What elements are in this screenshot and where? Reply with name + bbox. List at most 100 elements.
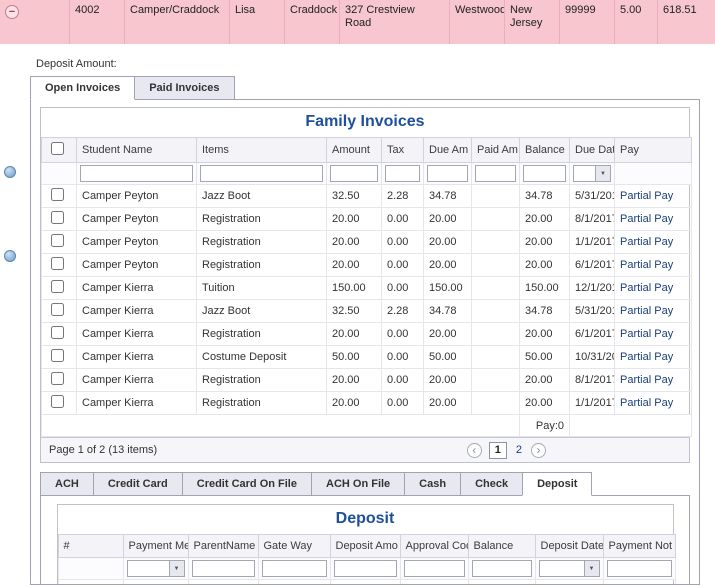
cell-pay[interactable]: Partial Pay bbox=[614, 391, 692, 415]
col-payment-method[interactable]: Payment Met bbox=[122, 534, 189, 558]
row-select-checkbox[interactable] bbox=[51, 234, 64, 247]
row-select-cell bbox=[41, 230, 77, 254]
cell-student: Camper Kierra bbox=[76, 322, 197, 346]
cell-pay[interactable]: Partial Pay bbox=[614, 368, 692, 392]
filter-tax[interactable] bbox=[385, 165, 420, 182]
filter-balance[interactable] bbox=[523, 165, 566, 182]
pager-prev-icon[interactable]: ‹ bbox=[466, 442, 482, 458]
chevron-down-icon[interactable]: ▼ bbox=[595, 166, 610, 181]
cell-pay[interactable]: Partial Pay bbox=[614, 276, 692, 300]
cell-pay[interactable]: Partial Pay bbox=[614, 299, 692, 323]
filter-amount[interactable] bbox=[330, 165, 378, 182]
tab-ach-on-file[interactable]: ACH On File bbox=[311, 472, 406, 496]
cell-pay[interactable]: Partial Pay bbox=[614, 184, 692, 208]
cell-items: Registration bbox=[196, 230, 327, 254]
row-select-checkbox[interactable] bbox=[51, 303, 64, 316]
expand-icon[interactable] bbox=[4, 250, 16, 262]
tab-paid-invoices[interactable]: Paid Invoices bbox=[134, 76, 235, 100]
tab-credit-card-on-file[interactable]: Credit Card On File bbox=[181, 472, 312, 496]
filter-parent-name[interactable] bbox=[191, 560, 255, 577]
col-number[interactable]: # bbox=[57, 534, 124, 558]
cell-paid bbox=[471, 207, 520, 231]
row-select-checkbox[interactable] bbox=[51, 349, 64, 362]
cell-due-date: 10/31/20 bbox=[569, 345, 615, 369]
filter-payment-method-combo[interactable]: ▼ bbox=[126, 560, 185, 577]
filter-student-name[interactable] bbox=[80, 165, 193, 182]
cell-pay[interactable]: Partial Pay bbox=[614, 345, 692, 369]
filter-deposit-amount[interactable] bbox=[333, 560, 397, 577]
row-select-checkbox[interactable] bbox=[51, 211, 64, 224]
col-gate-way[interactable]: Gate Way bbox=[257, 534, 331, 558]
col-deposit-amount[interactable]: Deposit Amo bbox=[329, 534, 401, 558]
cell-tax: 0.00 bbox=[381, 345, 424, 369]
cell-due-date: 8/1/2017 bbox=[569, 368, 615, 392]
cell-student: Camper Kierra bbox=[76, 368, 197, 392]
row-select-checkbox[interactable] bbox=[51, 280, 64, 293]
chevron-down-icon[interactable]: ▼ bbox=[583, 561, 599, 576]
pager-page-2[interactable]: 2 bbox=[514, 444, 524, 456]
row-select-checkbox[interactable] bbox=[51, 395, 64, 408]
filter-due-date-input[interactable] bbox=[574, 166, 595, 181]
cell-deposit-date: 10/7/2016 bbox=[534, 579, 604, 584]
filter-deposit-balance[interactable] bbox=[471, 560, 532, 577]
cell-student: Camper Kierra bbox=[76, 276, 197, 300]
col-deposit-date[interactable]: Deposit Date bbox=[534, 534, 604, 558]
tab-open-invoices[interactable]: Open Invoices bbox=[30, 76, 136, 100]
tab-cash[interactable]: Cash bbox=[404, 472, 462, 496]
filter-empty-cell bbox=[41, 162, 77, 185]
filter-gate-way[interactable] bbox=[261, 560, 327, 577]
col-deposit-balance[interactable]: Balance bbox=[467, 534, 536, 558]
invoice-tabs: Open Invoices Paid Invoices bbox=[30, 76, 715, 100]
filter-approval-code[interactable] bbox=[403, 560, 465, 577]
filter-deposit-date-input[interactable] bbox=[539, 561, 584, 576]
cell-deposit-amount: 5.00 bbox=[329, 579, 401, 584]
filter-due-amount[interactable] bbox=[427, 165, 468, 182]
cell-pay[interactable]: Partial Pay bbox=[614, 253, 692, 277]
cell-balance: 20.00 bbox=[519, 253, 570, 277]
filter-payment-note[interactable] bbox=[606, 560, 672, 577]
tab-deposit[interactable]: Deposit bbox=[522, 472, 593, 496]
expand-icon[interactable] bbox=[4, 166, 16, 178]
cell-tax: 0.00 bbox=[381, 230, 424, 254]
pager-next-icon[interactable]: › bbox=[531, 442, 546, 458]
cell-items: Jazz Boot bbox=[196, 184, 327, 208]
tab-check[interactable]: Check bbox=[460, 472, 524, 496]
cell-pay[interactable]: Partial Pay bbox=[614, 322, 692, 346]
filter-deposit-date-combo[interactable]: ▼ bbox=[538, 560, 600, 577]
cell-pay[interactable]: Partial Pay bbox=[614, 207, 692, 231]
pager-page-1[interactable]: 1 bbox=[488, 441, 507, 459]
filter-payment-method-input[interactable] bbox=[127, 561, 169, 576]
col-tax[interactable]: Tax bbox=[381, 137, 424, 163]
col-student-name[interactable]: Student Name bbox=[76, 137, 197, 163]
filter-items[interactable] bbox=[200, 165, 323, 182]
filter-paid-amount[interactable] bbox=[475, 165, 516, 182]
col-due-date[interactable]: Due Dat bbox=[569, 137, 615, 163]
col-items[interactable]: Items bbox=[196, 137, 327, 163]
select-all-checkbox[interactable] bbox=[51, 142, 64, 155]
tab-credit-card[interactable]: Credit Card bbox=[92, 472, 183, 496]
cell-tax: 0.00 bbox=[381, 253, 424, 277]
chevron-down-icon[interactable]: ▼ bbox=[168, 561, 184, 576]
collapse-minus-icon[interactable]: − bbox=[5, 5, 19, 19]
cell-paid bbox=[471, 184, 520, 208]
col-due-amount[interactable]: Due Am bbox=[423, 137, 472, 163]
cell-due: 20.00 bbox=[423, 253, 472, 277]
row-select-checkbox[interactable] bbox=[51, 257, 64, 270]
cell-due: 20.00 bbox=[423, 207, 472, 231]
family-summary-row[interactable]: − 4002 Camper/Craddock Lisa Craddock 327… bbox=[0, 0, 715, 44]
filter-due-date-combo[interactable]: ▼ bbox=[573, 165, 611, 182]
row-select-checkbox[interactable] bbox=[51, 188, 64, 201]
cell-pay[interactable]: Partial Pay bbox=[614, 230, 692, 254]
col-balance[interactable]: Balance bbox=[519, 137, 570, 163]
col-amount[interactable]: Amount bbox=[326, 137, 382, 163]
col-payment-note[interactable]: Payment Not bbox=[602, 534, 676, 558]
tab-ach[interactable]: ACH bbox=[40, 472, 94, 496]
row-select-checkbox[interactable] bbox=[51, 326, 64, 339]
family-city: Westwood bbox=[450, 0, 505, 44]
col-paid-amount[interactable]: Paid Am bbox=[471, 137, 520, 163]
col-pay[interactable]: Pay bbox=[614, 137, 692, 163]
row-select-checkbox[interactable] bbox=[51, 372, 64, 385]
col-parent-name[interactable]: ParentName bbox=[187, 534, 259, 558]
footer-spacer bbox=[41, 414, 520, 437]
col-approval-code[interactable]: Approval Cod bbox=[399, 534, 469, 558]
